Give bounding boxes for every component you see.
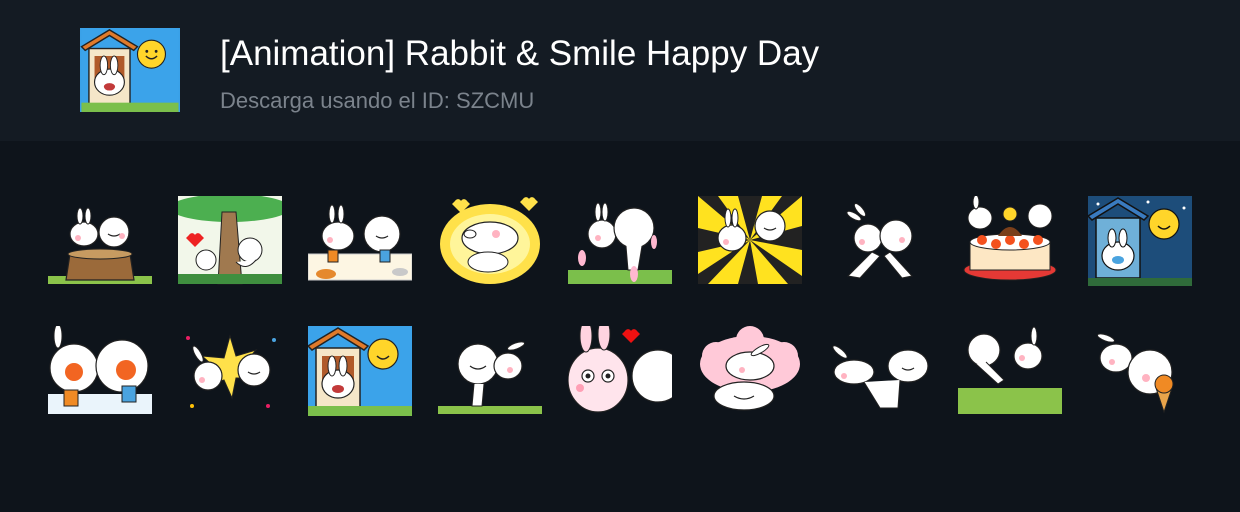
smile-carry-rabbit-icon [438,341,542,414]
sticker-6[interactable] [698,196,802,286]
sticker-3[interactable] [308,196,412,286]
sticker-7[interactable] [828,196,932,286]
smile-rabbit-kiss-grass-icon [958,326,1062,414]
sticker-4[interactable] [438,196,542,286]
pack-title: [Animation] Rabbit & Smile Happy Day [220,34,820,73]
rabbit-smile-dance-icon [846,203,913,279]
rabbit-smile-icecream-icon [1096,333,1174,414]
rabbit-smile-stump-icon [48,207,152,284]
sticker-1[interactable] [48,196,152,286]
sticker-9[interactable] [1088,196,1192,286]
sticker-grid [0,141,1240,512]
sticker-2[interactable] [178,196,282,286]
rabbit-heart-kiss-icon [568,326,672,413]
rabbit-smile-drinks-icon [308,204,412,281]
sticker-16[interactable] [828,326,932,416]
sticker-15[interactable] [698,326,802,416]
rabbit-smile-sunburst-icon [698,196,802,284]
sticker-8[interactable] [958,196,1062,286]
rabbit-smile-high-five-icon [186,334,276,408]
pack-header: [Animation] Rabbit & Smile Happy Day Des… [0,0,1240,141]
rabbit-smile-pink-cloud-icon [700,326,800,411]
rabbit-smile-lean-icon [832,345,929,409]
sticker-18[interactable] [1088,326,1192,416]
sticker-10[interactable] [48,326,152,416]
sticker-5[interactable] [568,196,672,286]
rabbit-smile-kiss-icon [568,202,672,284]
sticker-14[interactable] [568,326,672,416]
rabbit-house-moon-icon [1088,196,1192,286]
sticker-12[interactable] [308,326,412,416]
pack-download-id: Descarga usando el ID: SZCMU [220,88,535,113]
sticker-17[interactable] [958,326,1062,416]
rabbit-smile-tree-icon [178,196,282,285]
rabbit-smile-blush-mugs-icon [48,326,152,414]
rabbit-house-sun-icon [308,326,412,416]
sticker-11[interactable] [178,326,282,416]
rabbit-smile-cake-icon [963,196,1057,281]
rabbit-smile-hug-yellow-icon [440,197,540,284]
rabbit-house-sun-icon [80,28,180,112]
sticker-13[interactable] [438,326,542,416]
